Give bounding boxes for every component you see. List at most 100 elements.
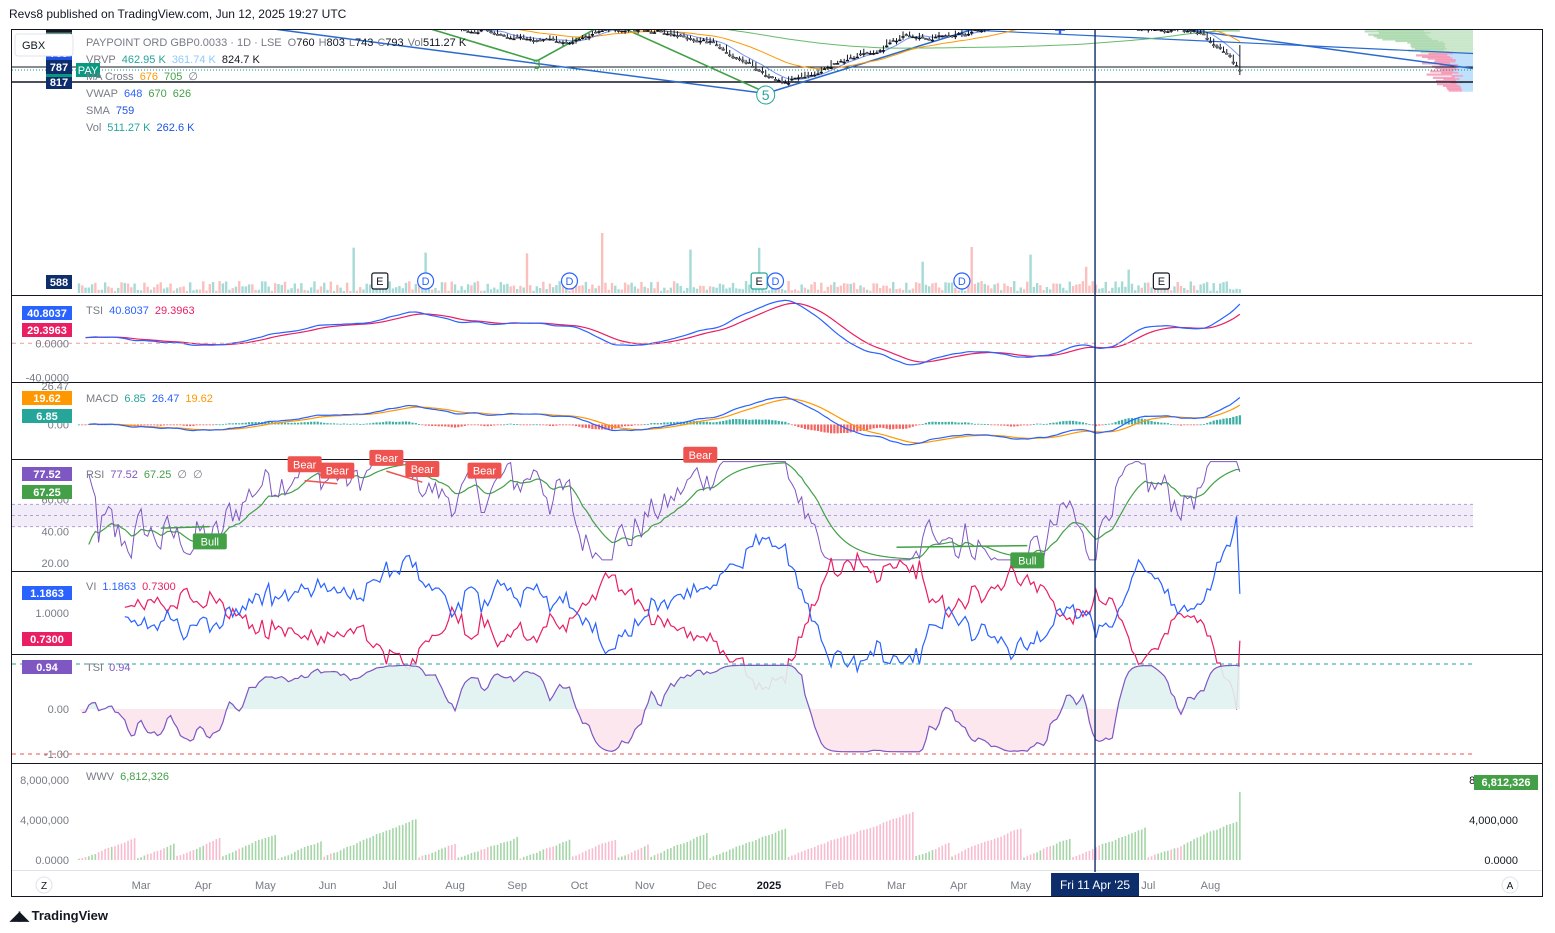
- vi-legend-part: 1.1863: [102, 581, 136, 593]
- volume-bar: [1205, 282, 1209, 293]
- wwv-bar: [558, 843, 561, 860]
- volume-bar: [725, 288, 728, 293]
- tsi2-value-tag: 0.94: [36, 662, 58, 674]
- wwv-bar: [1036, 852, 1038, 860]
- macd-histogram-bar: [888, 424, 892, 430]
- macd-histogram-bar: [797, 424, 800, 428]
- wwv-bar: [660, 852, 662, 860]
- chart-frame[interactable]: 5344EDDEDDE81779378775971170569667667067…: [11, 29, 1543, 897]
- candle-body: [522, 38, 526, 40]
- footer: ◢◣ TradingView: [0, 900, 1555, 933]
- volume-bar: [764, 290, 767, 293]
- candle-body: [760, 71, 765, 73]
- volume-bar: [898, 288, 901, 293]
- macd-histogram-bar: [784, 421, 787, 425]
- wwv-bar: [222, 856, 224, 860]
- macd-histogram-bar: [1183, 424, 1186, 426]
- candle-body: [721, 48, 725, 51]
- wwv-bar: [581, 852, 584, 860]
- wwv-bar: [287, 855, 290, 860]
- wwv-bar: [182, 853, 185, 860]
- volume-profile-row: [1448, 89, 1462, 92]
- candle-body: [656, 30, 660, 32]
- wwv-bar: [173, 843, 175, 860]
- wwv-bar: [1029, 854, 1032, 860]
- wwv-bar: [1006, 833, 1009, 860]
- candle-body: [832, 63, 836, 65]
- event-label: E: [755, 276, 762, 288]
- candle-body: [564, 41, 568, 44]
- volume-bar: [470, 285, 473, 293]
- wwv-bar: [895, 818, 898, 860]
- wwv-bar: [1186, 842, 1189, 860]
- macd-histogram-bar: [447, 424, 450, 427]
- volume-bar: [1013, 281, 1016, 293]
- price-tag-label: 817: [50, 77, 68, 89]
- macd-histogram-bar: [483, 424, 486, 427]
- volume-bar: [973, 283, 977, 293]
- wwv-bar: [571, 856, 574, 860]
- volume-bar: [283, 281, 287, 293]
- macd-histogram-bar: [983, 423, 986, 425]
- candle-body: [979, 30, 984, 33]
- wwv-bar: [771, 834, 774, 860]
- wwv-bar: [849, 834, 852, 860]
- volume-bar: [1062, 287, 1065, 293]
- volume-bar: [826, 286, 830, 293]
- wwv-bar: [529, 854, 532, 860]
- macd-histogram-bar: [659, 423, 663, 425]
- wwv-bar: [261, 839, 263, 860]
- volume-bar: [228, 289, 231, 293]
- axis-button-label: Z: [41, 881, 47, 892]
- wwv-bar: [97, 852, 100, 860]
- volume-bar: [695, 288, 699, 293]
- macd-histogram-bar: [457, 424, 460, 428]
- wwv-bar: [787, 856, 790, 860]
- volume-bar: [434, 287, 437, 293]
- wwv-bar: [964, 849, 966, 860]
- wwv-bar: [215, 839, 218, 860]
- volume-bar: [1228, 288, 1232, 293]
- macd-histogram-bar: [1045, 423, 1049, 425]
- volume-bar: [892, 281, 895, 293]
- volume-bar: [202, 281, 205, 293]
- wwv-bar: [274, 835, 276, 860]
- candle-body: [822, 68, 827, 70]
- wwv-bar: [1078, 854, 1081, 860]
- volume-bar: [924, 284, 928, 293]
- candle-body: [584, 36, 588, 39]
- macd-histogram-bar: [882, 424, 885, 429]
- candle-body: [616, 30, 621, 32]
- wwv-bar: [192, 850, 195, 860]
- macd-histogram-bar: [967, 422, 970, 425]
- chart-canvas[interactable]: 5344EDDEDDE81779378775971170569667667067…: [12, 30, 1542, 896]
- volume-bar: [901, 289, 905, 293]
- macd-histogram-bar: [555, 424, 558, 426]
- wwv-bar: [1235, 821, 1238, 860]
- macd-histogram-bar: [738, 419, 741, 425]
- time-axis-label: Mar: [132, 880, 151, 892]
- volume-bar: [591, 284, 594, 293]
- macd-histogram-bar: [731, 419, 735, 425]
- macd-histogram-bar: [990, 424, 993, 426]
- wwv-bar: [503, 842, 505, 860]
- macd-histogram-bar: [208, 424, 211, 426]
- candle-body: [502, 35, 506, 37]
- wwv-bar: [948, 842, 950, 860]
- tradingview-logo[interactable]: ◢◣ TradingView: [10, 908, 108, 924]
- macd-histogram-bar: [231, 423, 234, 425]
- volume-bar: [188, 282, 192, 293]
- wwv-bar: [1134, 832, 1137, 860]
- candle-body: [531, 40, 536, 42]
- volume-bar: [146, 286, 149, 293]
- macd-histogram-bar: [1170, 424, 1173, 425]
- macd-histogram-bar: [552, 424, 555, 427]
- candle-body: [620, 30, 624, 33]
- wwv-bar: [241, 847, 244, 860]
- volume-bar: [499, 282, 503, 293]
- macd-histogram-bar: [296, 422, 300, 425]
- wwv-bar: [670, 848, 672, 860]
- macd-histogram-bar: [179, 424, 182, 426]
- macd-histogram-bar: [316, 421, 319, 425]
- volume-bar: [394, 287, 398, 293]
